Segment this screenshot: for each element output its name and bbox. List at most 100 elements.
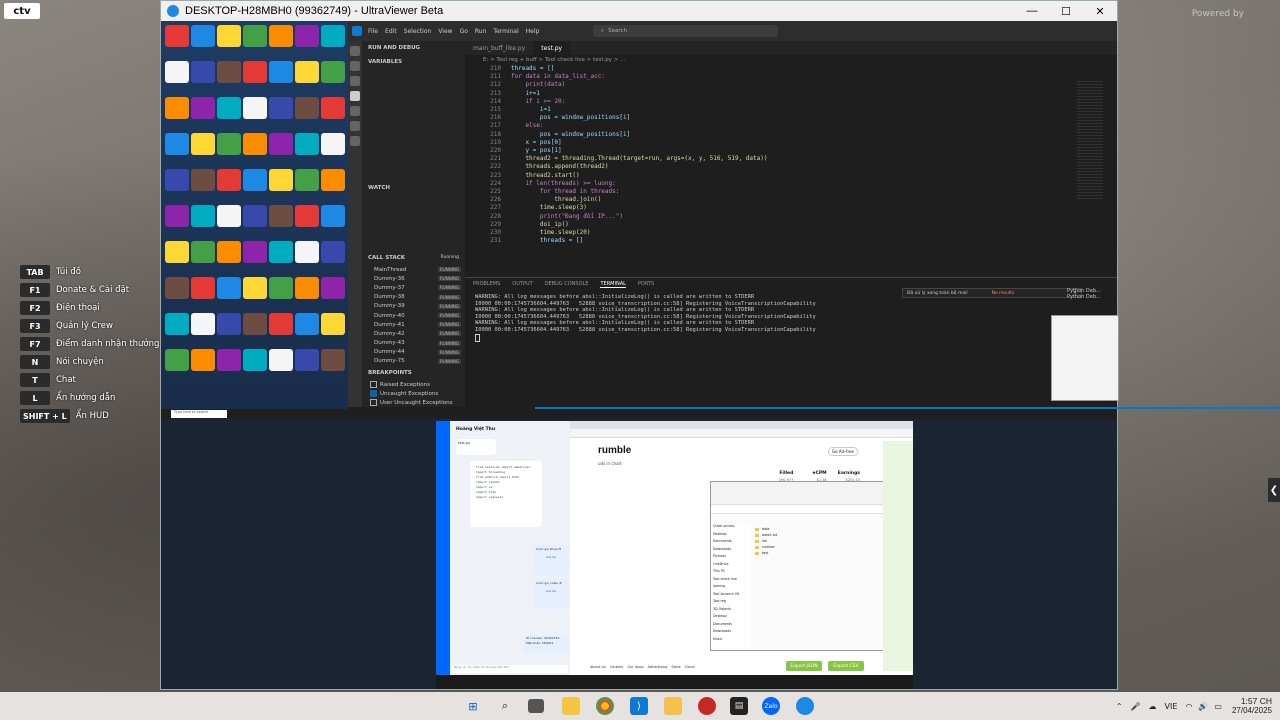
desktop-shortcut-icon[interactable]: [295, 61, 319, 83]
voice-call-bubble[interactable]: Cuộc gọi thoại đi Gọi lại: [534, 545, 568, 575]
thread-row[interactable]: Dummy-39 RUNNING: [362, 302, 465, 311]
menu-item[interactable]: Help: [526, 28, 540, 35]
menu-item[interactable]: Run: [475, 28, 487, 35]
desktop-shortcut-icon[interactable]: [217, 25, 241, 47]
thread-row[interactable]: Dummy-38 RUNNING: [362, 293, 465, 302]
file-row[interactable]: test: [755, 550, 777, 556]
vscode-search-box[interactable]: ⌕ Search: [593, 25, 778, 37]
desktop-shortcut-icon[interactable]: [295, 277, 319, 299]
desktop-shortcut-icon[interactable]: [191, 313, 215, 335]
desktop-shortcut-icon[interactable]: [217, 133, 241, 155]
desktop-shortcut-icon[interactable]: [321, 313, 345, 335]
menu-item[interactable]: File: [368, 28, 378, 35]
explorer-address[interactable]: [711, 505, 899, 514]
desktop-shortcut-icon[interactable]: [217, 349, 241, 371]
panel-tab[interactable]: DEBUG CONSOLE: [545, 281, 589, 287]
thread-row[interactable]: Dummy-44 RUNNING: [362, 348, 465, 357]
desktop-shortcut-icon[interactable]: [191, 277, 215, 299]
desktop-shortcut-icon[interactable]: [243, 169, 267, 191]
nav-item[interactable]: Tool check live: [711, 577, 751, 585]
terminal-find-box[interactable]: Đã xử lý xong toàn bộ mail No results ✕: [902, 288, 1082, 298]
desktop-shortcut-icon[interactable]: [165, 169, 189, 191]
desktop-shortcut-icon[interactable]: [321, 133, 345, 155]
panel-tab[interactable]: PROBLEMS: [473, 281, 500, 287]
desktop-shortcut-icon[interactable]: [295, 133, 319, 155]
desktop-shortcut-icon[interactable]: [269, 97, 293, 119]
nav-item[interactable]: Music: [711, 637, 751, 645]
file-explorer-window[interactable]: Quick access Desktop Documents Downloads Pic…: [710, 481, 900, 651]
expand-arrow-icon[interactable]: ❮: [1268, 478, 1280, 502]
battery-icon[interactable]: ▭: [1214, 702, 1222, 711]
desktop-shortcut-icon[interactable]: [217, 61, 241, 83]
address-bar[interactable]: [570, 429, 913, 438]
video-call-back[interactable]: Gọi lại: [534, 587, 568, 595]
menu-item[interactable]: Terminal: [493, 28, 518, 35]
floating-mini-window[interactable]: [1051, 315, 1119, 401]
nav-item[interactable]: Desktop: [711, 614, 751, 622]
panel-tab[interactable]: TERMINAL: [600, 281, 626, 288]
nav-item[interactable]: Tool Account V8: [711, 592, 751, 600]
desktop-shortcut-icon[interactable]: [243, 97, 267, 119]
desktop-shortcut-icon[interactable]: [295, 313, 319, 335]
rumble-logo[interactable]: rumble: [598, 445, 631, 456]
footer-link[interactable]: Careers: [610, 665, 624, 669]
desktop-shortcut-icon[interactable]: [191, 61, 215, 83]
tab-test-py[interactable]: test.py: [533, 41, 571, 55]
windows-start-icon[interactable]: ⊞: [464, 697, 482, 715]
go-ad-free-button[interactable]: Go Ad-Free: [828, 447, 858, 456]
desktop-shortcut-icon[interactable]: [321, 277, 345, 299]
panel-tab[interactable]: OUTPUT: [512, 281, 532, 287]
tab-main-buff-like[interactable]: main_buff_like.py: [465, 41, 533, 55]
desktop-shortcut-icon[interactable]: [321, 25, 345, 47]
nav-item[interactable]: This PC: [711, 569, 751, 577]
zalo-icon[interactable]: Zalo: [762, 697, 780, 715]
terminal-instance[interactable]: Python Deb...: [1067, 294, 1117, 300]
nav-item[interactable]: Downloads: [711, 547, 751, 555]
desktop-shortcut-icon[interactable]: [217, 277, 241, 299]
desktop-shortcut-icon[interactable]: [165, 25, 189, 47]
code-lines[interactable]: 210 threads = [] 211 for data in data_list_…: [465, 65, 1117, 245]
desktop-shortcut-icon[interactable]: [321, 169, 345, 191]
task-view-icon[interactable]: [528, 699, 544, 713]
footer-link[interactable]: About Us: [590, 665, 606, 669]
panel-tab[interactable]: PORTS: [638, 281, 654, 287]
remote-screen[interactable]: File Edit Selection View Go Run Terminal Help ⌕…: [161, 21, 1280, 689]
nav-item[interactable]: Documents: [711, 539, 751, 547]
desktop-shortcut-icon[interactable]: [243, 241, 267, 263]
desktop-shortcut-icon[interactable]: [269, 241, 293, 263]
breakpoint-checkbox[interactable]: [370, 399, 377, 407]
desktop-shortcut-icon[interactable]: [269, 313, 293, 335]
nested-remote-screen[interactable]: Hoàng Việt Thư test.py from selenium imp…: [436, 421, 913, 689]
desktop-shortcut-icon[interactable]: [217, 97, 241, 119]
desktop-shortcut-icon[interactable]: [243, 25, 267, 47]
nav-item[interactable]: Quick access: [711, 524, 751, 532]
menu-item[interactable]: Go: [460, 28, 468, 35]
footer-link[interactable]: Advertising: [648, 665, 668, 669]
desktop-shortcut-icon[interactable]: [191, 241, 215, 263]
export-csv-button[interactable]: Export CSV: [828, 661, 864, 671]
chevron-up-icon[interactable]: ⌃: [1116, 702, 1123, 711]
clock[interactable]: 1:57 CH 27/04/2025: [1232, 696, 1272, 716]
export-json-button[interactable]: Export JSON: [786, 661, 822, 671]
footer-link[interactable]: Cloud: [685, 665, 695, 669]
volume-icon[interactable]: 🔊: [1198, 702, 1208, 711]
desktop-shortcut-icon[interactable]: [191, 133, 215, 155]
desktop-shortcut-icon[interactable]: [295, 205, 319, 227]
desktop-shortcut-icon[interactable]: [191, 205, 215, 227]
search-activity-icon[interactable]: [350, 61, 360, 71]
language-indicator[interactable]: VIE: [1165, 702, 1178, 711]
desktop-shortcut-icon[interactable]: [191, 97, 215, 119]
desktop-shortcut-icon[interactable]: [295, 169, 319, 191]
desktop-shortcut-icon[interactable]: [269, 169, 293, 191]
nav-item[interactable]: Tool reg: [711, 599, 751, 607]
desktop-shortcut-icon[interactable]: [295, 241, 319, 263]
thread-row[interactable]: Dummy-37 RUNNING: [362, 283, 465, 292]
desktop-shortcut-icon[interactable]: [321, 61, 345, 83]
voice-call-back[interactable]: Gọi lại: [534, 553, 568, 561]
wifi-icon[interactable]: ◠: [1185, 702, 1192, 711]
app-icon[interactable]: [664, 697, 682, 715]
footer-link[interactable]: Store: [671, 665, 680, 669]
desktop-shortcut-icon[interactable]: [295, 349, 319, 371]
app-red-icon[interactable]: [698, 697, 716, 715]
thread-row[interactable]: Dummy-40 RUNNING: [362, 311, 465, 320]
